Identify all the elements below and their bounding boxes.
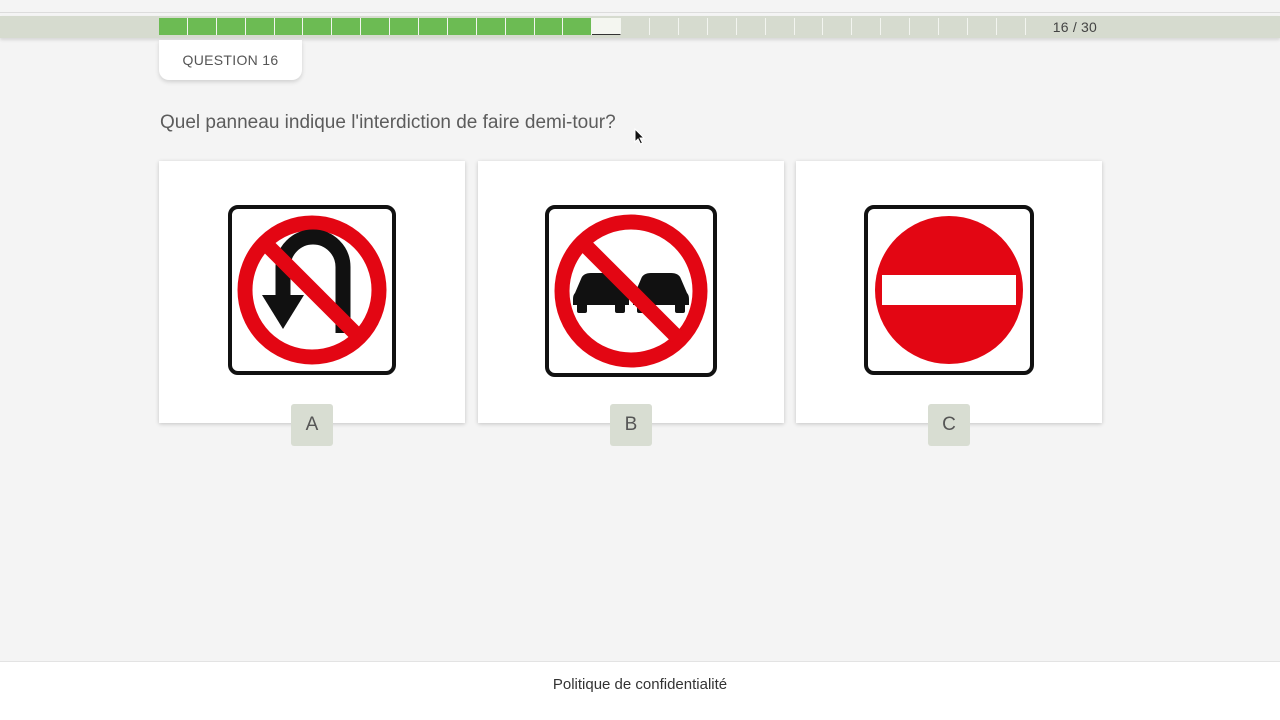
progress-segment	[910, 18, 940, 35]
option-badge-b[interactable]: B	[610, 404, 652, 446]
option-badge-c[interactable]: C	[928, 404, 970, 446]
question-number-label: QUESTION 16	[182, 52, 279, 68]
progress-segment	[447, 18, 477, 35]
option-letter-a: A	[305, 414, 319, 435]
option-card-a[interactable]	[159, 161, 465, 423]
progress-segment	[679, 18, 708, 35]
progress-segment	[563, 18, 593, 35]
progress-segment	[505, 18, 535, 35]
progress-segment	[332, 18, 362, 35]
progress-segment	[967, 18, 997, 35]
question-text: Quel panneau indique l'interdiction de f…	[160, 112, 616, 133]
progress-segment	[996, 18, 1026, 35]
option-card-c[interactable]	[796, 161, 1102, 423]
progress-segment	[794, 18, 824, 35]
progress-segment	[419, 18, 448, 35]
progress-segment	[621, 18, 651, 35]
progress-segment	[476, 18, 506, 35]
option-card-b[interactable]	[478, 161, 784, 423]
option-badge-a[interactable]: A	[291, 404, 333, 446]
progress-segment	[390, 18, 420, 35]
progress-segment	[852, 18, 882, 35]
progress-segment	[187, 18, 217, 35]
progress-track	[159, 18, 1026, 35]
progress-segment	[303, 18, 333, 35]
no-u-turn-sign-icon	[228, 205, 396, 375]
progress-segment	[245, 18, 275, 35]
progress-segment	[765, 18, 795, 35]
top-divider	[0, 12, 1280, 13]
option-letter-c: C	[942, 414, 956, 435]
progress-segment	[707, 18, 737, 35]
mouse-cursor-icon	[634, 128, 646, 145]
progress-segment	[592, 18, 622, 35]
progress-segment	[159, 18, 188, 35]
progress-segment	[216, 18, 246, 35]
footer: Politique de confidentialité	[0, 661, 1280, 720]
progress-bar: 16 / 30	[0, 16, 1280, 38]
progress-segment	[939, 18, 968, 35]
progress-segment	[534, 18, 564, 35]
do-not-enter-sign-icon	[864, 205, 1034, 375]
progress-segment	[274, 18, 304, 35]
progress-segment	[881, 18, 911, 35]
no-passing-sign-icon	[545, 205, 717, 377]
option-letter-b: B	[624, 414, 638, 435]
progress-label: 16 / 30	[1052, 19, 1097, 35]
privacy-policy-link[interactable]: Politique de confidentialité	[0, 676, 1280, 693]
progress-segment	[823, 18, 853, 35]
question-number-tab: QUESTION 16	[159, 40, 302, 80]
progress-segment	[650, 18, 680, 35]
progress-segment	[361, 18, 391, 35]
progress-segment	[736, 18, 766, 35]
